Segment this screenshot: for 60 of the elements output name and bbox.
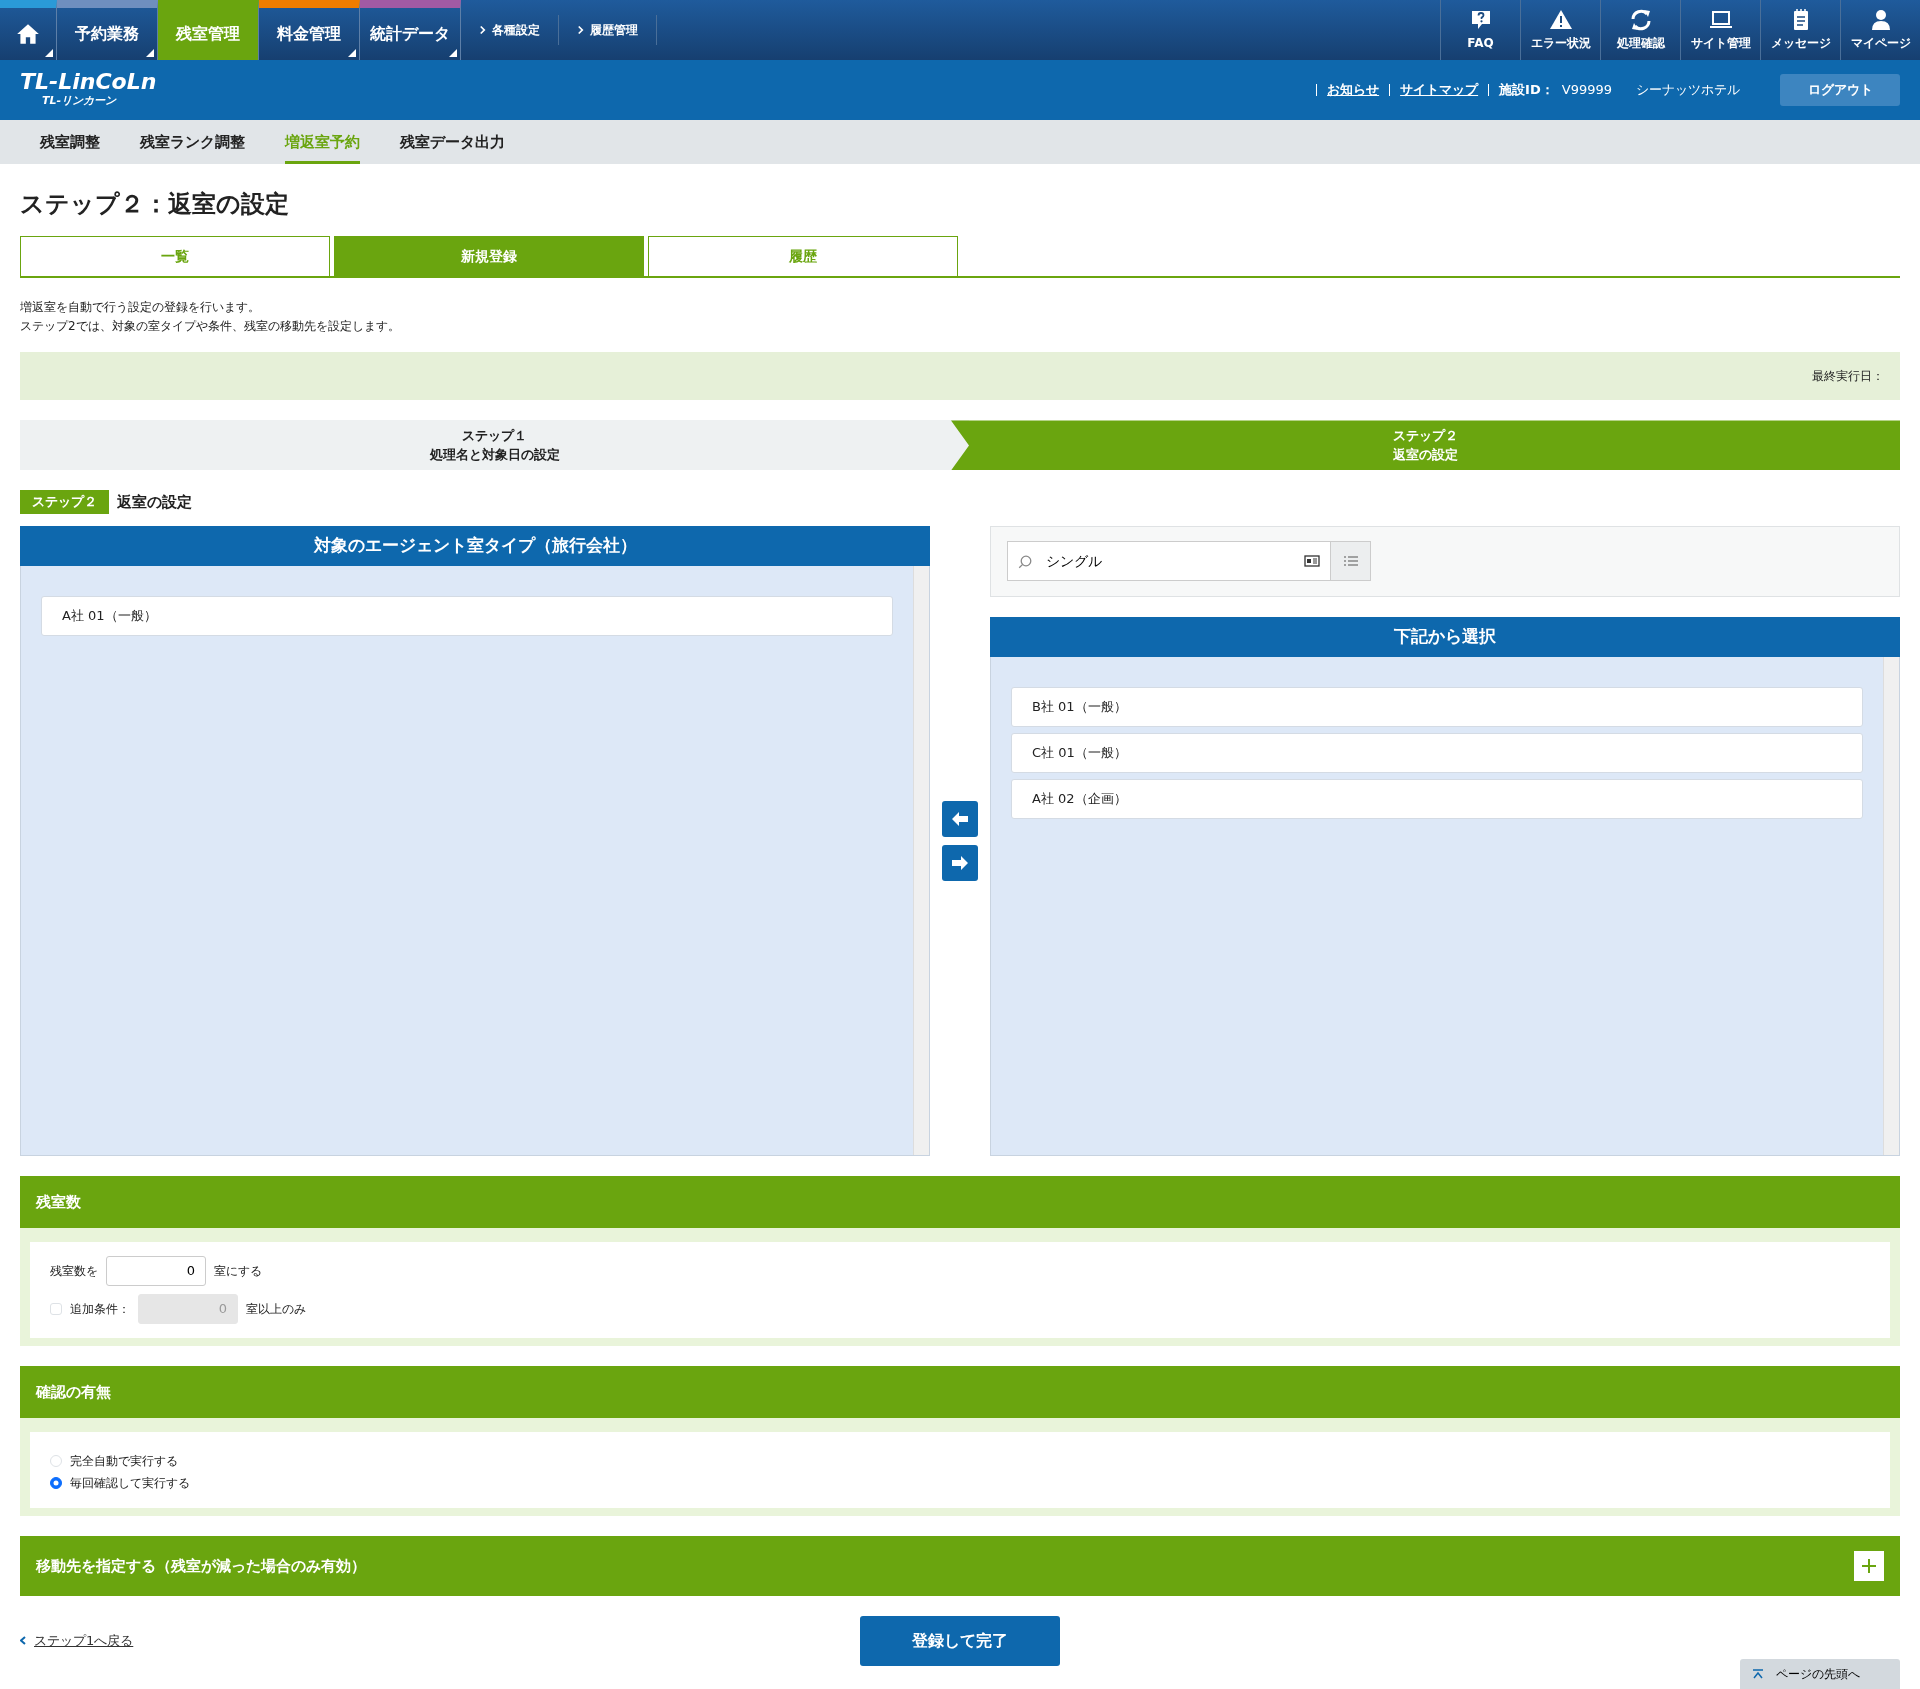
step-indicator: ステップ１ 処理名と対象日の設定 xyxy=(20,420,969,471)
sub-nav-tab[interactable]: 残室ランク調整 xyxy=(140,120,245,164)
last-run-label: 最終実行日： xyxy=(1812,368,1884,386)
step-indicator: ステップ２ 返室の設定 xyxy=(951,420,1900,471)
page-top-button[interactable]: ページの先頭へ xyxy=(1740,1659,1900,1689)
sub-nav-tab[interactable]: 残室データ出力 xyxy=(400,120,505,164)
step-badge: ステップ２ xyxy=(20,490,109,514)
field-label: 残室数を xyxy=(50,1262,98,1280)
field-label: 室にする xyxy=(214,1262,262,1280)
search-icon xyxy=(1018,553,1034,570)
logo-text: TL-LinCoLn xyxy=(20,70,157,93)
nav-link[interactable]: 各種設定 xyxy=(461,15,559,45)
description-text: ステップ2では、対象の室タイプや条件、残室の移動先を設定します。 xyxy=(20,318,401,336)
checkbox-label: 追加条件： xyxy=(70,1300,130,1318)
move-right-button[interactable] xyxy=(942,844,978,881)
plus-icon xyxy=(1860,1556,1878,1575)
section-title: 移動先を指定する（残室が減った場合のみ有効） xyxy=(36,1555,366,1577)
hotel-name: シーナッツホテル xyxy=(1636,81,1740,100)
radio-button[interactable] xyxy=(50,1476,62,1489)
section-header: 確認の有無 xyxy=(20,1365,1900,1418)
facility-label: 施設ID： xyxy=(1499,81,1554,100)
up-arrow-icon xyxy=(1752,1669,1764,1679)
chevron-left-icon xyxy=(20,1636,26,1646)
expand-button[interactable] xyxy=(1854,1550,1884,1581)
page-title: ステップ２：返室の設定 xyxy=(20,189,290,220)
list-item[interactable]: B社 01（一般） xyxy=(1011,686,1863,727)
card-icon xyxy=(1304,554,1320,569)
header-link[interactable]: サイトマップ xyxy=(1400,80,1479,100)
logout-button[interactable]: ログアウト xyxy=(1780,74,1900,106)
chevron-icon xyxy=(479,25,486,35)
list-item[interactable]: A社 02（企画） xyxy=(1011,778,1863,819)
list-icon xyxy=(1342,555,1359,568)
field-label: 室以上のみ xyxy=(246,1300,306,1318)
facility-id: V99999 xyxy=(1561,81,1612,100)
search-field[interactable]: シングル xyxy=(1007,541,1331,582)
radio-label: 完全自動で実行する xyxy=(70,1452,178,1470)
list-item[interactable]: A社 01（一般） xyxy=(41,595,893,636)
search-field[interactable]: シングル xyxy=(1044,549,1294,573)
number-field[interactable]: 0 xyxy=(106,1255,206,1286)
radio-label: 毎回確認して実行する xyxy=(70,1474,190,1492)
scrollbar[interactable] xyxy=(1883,656,1899,1155)
panel-header: 下記から選択 xyxy=(990,616,1900,657)
scrollbar[interactable] xyxy=(913,565,929,1155)
section-header: 残室数 xyxy=(20,1175,1900,1228)
nav-link[interactable]: 履歴管理 xyxy=(559,15,657,45)
logo-subtitle: TL-リンカーン xyxy=(42,92,117,109)
arrow-left-icon xyxy=(951,810,969,827)
description-text: 増返室を自動で行う設定の登録を行います。 xyxy=(20,299,261,316)
submit-button[interactable]: 登録して完了 xyxy=(860,1615,1060,1666)
list-item[interactable]: C社 01（一般） xyxy=(1011,732,1863,773)
back-link[interactable]: ステップ1へ戻る xyxy=(34,1631,134,1651)
section-title: 返室の設定 xyxy=(117,491,192,513)
sub-nav-tab[interactable]: 残室調整 xyxy=(40,120,100,164)
list-view-button[interactable] xyxy=(1331,541,1371,582)
warning-icon xyxy=(1548,8,1573,32)
arrow-right-icon xyxy=(951,854,969,871)
panel-header: 対象のエージェント室タイプ（旅行会社） xyxy=(20,525,930,566)
chevron-icon xyxy=(577,25,584,35)
move-left-button[interactable] xyxy=(942,800,978,837)
header-link[interactable]: お知らせ xyxy=(1327,80,1380,100)
